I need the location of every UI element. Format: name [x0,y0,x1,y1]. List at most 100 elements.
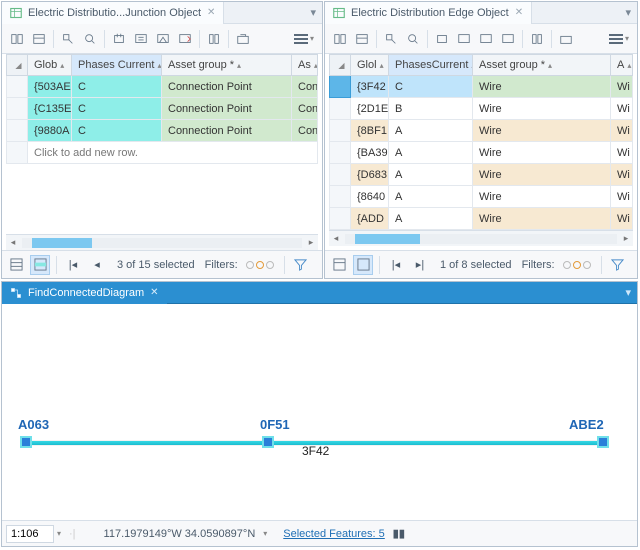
column-header[interactable]: Glol▴ [351,54,389,76]
filter-icon[interactable] [608,255,628,275]
cell[interactable]: A [389,120,473,142]
cell[interactable] [6,98,28,120]
pause-icon[interactable]: ▮▮ [393,527,405,540]
cell[interactable]: {8BF1 [351,120,389,142]
cell[interactable]: C [72,76,162,98]
cell[interactable] [329,142,351,164]
cell[interactable]: Wi [611,120,633,142]
view-selected-icon[interactable] [30,255,50,275]
diagram-canvas[interactable]: A0630F51ABE23F42 [2,304,637,520]
menu-button[interactable]: ▾ [290,34,318,43]
tool-10[interactable] [232,28,254,50]
selected-features-label[interactable]: Selected Features: 5 [283,528,385,540]
tool-1[interactable] [6,28,28,50]
tool-2[interactable] [351,28,373,50]
cell[interactable] [329,186,351,208]
new-row[interactable]: Click to add new row. [6,142,318,164]
tool-5[interactable] [431,28,453,50]
tool-7[interactable] [152,28,174,50]
table-row[interactable]: {9880ACConnection PointCon [6,120,318,142]
diagram-node[interactable] [20,436,32,448]
cell[interactable]: Connection Point [162,98,292,120]
tab-overflow-icon[interactable]: ▾ [304,6,322,19]
diagram-node[interactable] [597,436,609,448]
cell[interactable]: A [389,208,473,230]
cell[interactable] [329,98,351,120]
table-row[interactable]: {ADDAWireWi [329,208,633,230]
tool-9[interactable] [203,28,225,50]
tool-6[interactable] [453,28,475,50]
table-row[interactable]: {8640AWireWi [329,186,633,208]
cell[interactable]: Wi [611,208,633,230]
diagram-tab[interactable]: FindConnectedDiagram ✕ [2,282,167,304]
right-tab[interactable]: Electric Distribution Edge Object ✕ [325,2,532,24]
table-row[interactable]: {503AECConnection PointCon [6,76,318,98]
first-record-icon[interactable]: |◂ [63,255,83,275]
cell[interactable] [329,120,351,142]
column-header[interactable]: A▴ [611,54,633,76]
cell[interactable]: {D683 [351,164,389,186]
tab-overflow-icon[interactable]: ▾ [619,286,637,299]
view-all-icon[interactable] [6,255,26,275]
tool-6[interactable] [130,28,152,50]
next-record-icon[interactable]: ▸| [410,255,430,275]
cell[interactable]: C [72,98,162,120]
cell[interactable]: Wi [611,142,633,164]
scale-field[interactable]: ▾ [6,525,61,543]
table-row[interactable]: {D683AWireWi [329,164,633,186]
view-all-icon[interactable] [329,255,349,275]
column-header[interactable]: Phases Current▴ [72,54,162,76]
tool-4[interactable] [402,28,424,50]
left-hscroll[interactable]: ◂▸ [6,234,318,250]
cell[interactable]: Wi [611,98,633,120]
cell[interactable]: {3F42 [351,76,389,98]
column-header[interactable]: PhasesCurrent▴ [389,54,473,76]
tool-7[interactable] [475,28,497,50]
column-header[interactable]: Asset group *▴ [162,54,292,76]
cell[interactable]: {503AE [28,76,72,98]
cell[interactable]: B [389,98,473,120]
tool-10[interactable] [555,28,577,50]
column-header[interactable]: As▴ [292,54,318,76]
left-tab[interactable]: Electric Distributio...Junction Object ✕ [2,2,224,24]
close-icon[interactable]: ✕ [150,287,158,298]
cell[interactable]: Wi [611,186,633,208]
close-icon[interactable]: ✕ [207,7,215,18]
cell[interactable]: C [389,76,473,98]
cell[interactable]: {ADD [351,208,389,230]
cell[interactable]: {2D1E [351,98,389,120]
tool-4[interactable] [79,28,101,50]
cell[interactable]: A [389,164,473,186]
cell[interactable]: {C135E [28,98,72,120]
cell[interactable]: Con [292,120,318,142]
column-header[interactable]: ◢ [329,54,351,76]
column-header[interactable]: Asset group *▴ [473,54,611,76]
table-row[interactable]: {2D1EBWireWi [329,98,633,120]
first-record-icon[interactable]: |◂ [386,255,406,275]
tool-9[interactable] [526,28,548,50]
tool-2[interactable] [28,28,50,50]
diagram-node[interactable] [262,436,274,448]
menu-button[interactable]: ▾ [605,34,633,43]
cell[interactable] [6,120,28,142]
cell[interactable]: A [389,142,473,164]
cell[interactable]: Connection Point [162,120,292,142]
coords-caret[interactable]: ▾ [263,529,267,538]
cell[interactable]: Connection Point [162,76,292,98]
cell[interactable] [329,208,351,230]
tab-overflow-icon[interactable]: ▾ [619,6,637,19]
tool-3[interactable] [380,28,402,50]
cell[interactable]: Con [292,76,318,98]
cell[interactable]: Wire [473,120,611,142]
cell[interactable]: Wire [473,208,611,230]
cell[interactable] [329,76,351,98]
cell[interactable]: Con [292,98,318,120]
cell[interactable]: Wire [473,76,611,98]
cell[interactable]: {BA39 [351,142,389,164]
prev-record-icon[interactable]: ◂ [87,255,107,275]
cell[interactable]: {8640 [351,186,389,208]
tool-3[interactable] [57,28,79,50]
cell[interactable]: Wire [473,186,611,208]
right-hscroll[interactable]: ◂▸ [329,230,633,246]
tool-1[interactable] [329,28,351,50]
